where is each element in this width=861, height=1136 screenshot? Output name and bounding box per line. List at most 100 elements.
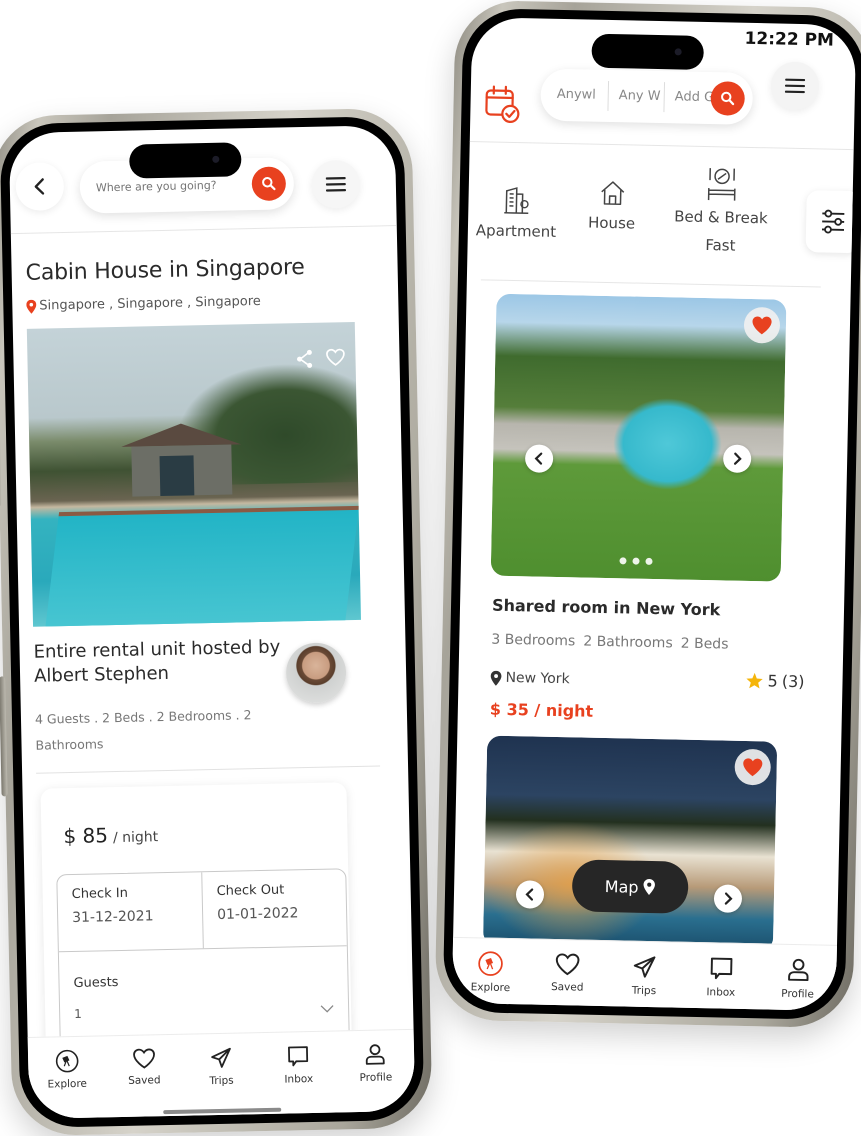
bezel: 12:22 PM Anywl Any W Add G Apartment Hou… [442,7,861,1021]
check-out-value: 01-01-2022 [216,905,299,923]
section-divider [36,765,381,774]
location-text: New York [505,669,570,688]
search-icon [262,177,276,191]
search-icon [721,91,735,106]
filter-button[interactable] [805,190,857,254]
check-out-label: Check Out [216,882,285,899]
listing-photo[interactable] [26,321,361,627]
carousel-dot[interactable] [645,557,653,565]
nav-trips[interactable]: Trips [612,953,677,997]
carousel-next-button[interactable] [713,884,743,913]
chevron-down-icon [320,1005,334,1013]
screen: 12:22 PM Anywl Any W Add G Apartment Hou… [451,17,857,1011]
listing-photo[interactable] [482,735,778,952]
back-button[interactable] [15,162,65,212]
nav-label: Trips [209,1074,234,1088]
spec-beds: 2 Beds [680,635,729,653]
heart-outline-icon[interactable] [325,348,345,366]
nav-explore[interactable]: Explore [458,950,523,994]
guests-value: 1 [74,1006,82,1021]
host-line: Entire rental unit hosted by Albert Step… [33,636,281,687]
heart-filled-icon [743,758,763,777]
category-bed-breakfast[interactable]: Bed & Break Fast [673,165,768,255]
photo-cabin [120,422,242,497]
star-icon [746,672,763,689]
carousel-prev-button[interactable] [524,444,554,473]
photo-pool [44,505,360,627]
bed-breakfast-icon [707,168,736,201]
chat-bubble-icon [710,957,733,980]
listing-title: Cabin House in Singapore [25,254,305,286]
share-icon[interactable] [295,349,313,369]
hamburger-menu-icon [784,78,806,94]
location-text: Singapore , Singapore , Singapore [39,293,262,314]
header-divider [469,141,854,151]
listing-specs: 3 Bedrooms 2 Bathrooms 2 Beds [491,632,728,653]
search-when[interactable]: Any W [608,80,666,113]
carousel-prev-button[interactable] [515,880,545,909]
nav-profile[interactable]: Profile [765,956,830,1000]
search-input[interactable] [95,177,246,194]
category-apartment[interactable]: Apartment [476,185,557,241]
nav-inbox[interactable]: Inbox [266,1044,331,1086]
dynamic-island [591,33,705,70]
nav-label: Explore [47,1077,88,1091]
nav-inbox[interactable]: Inbox [689,955,754,999]
spec-bathrooms: 2 Bathrooms [583,633,673,652]
category-house[interactable]: House [588,180,636,233]
search-guests[interactable]: Add G [664,82,717,113]
screen: Cabin House in Singapore Singapore , Sin… [8,125,416,1119]
paper-plane-icon [211,1047,231,1068]
hamburger-menu-icon [325,177,347,192]
nav-explore[interactable]: Explore [35,1048,100,1091]
location-pin-icon [26,299,37,314]
rating-value: 5 [767,671,779,691]
booking-card: $ 85 / night Check In 31-12-2021 Check O… [40,782,352,1065]
nav-label: Saved [128,1074,161,1087]
guests-label: Guests [73,975,119,991]
review-count: (3) [781,671,805,692]
bezel: Cabin House in Singapore Singapore , Sin… [0,115,425,1129]
user-icon [787,958,809,982]
check-in-value: 31-12-2021 [72,908,154,926]
host-avatar[interactable] [285,642,347,704]
category-label: Apartment [475,221,557,241]
menu-button[interactable] [311,159,361,209]
location-pin-icon [643,878,656,895]
search-bar[interactable]: Anywl Any W Add G [540,68,754,125]
search-button[interactable] [251,166,287,202]
listing-title[interactable]: Shared room in New York [492,596,721,620]
check-in-field[interactable]: Check In 31-12-2021 [57,872,204,952]
search-where[interactable]: Anywl [546,79,610,111]
favorite-button[interactable] [743,306,781,344]
house-icon [600,181,624,205]
favorite-button[interactable] [734,748,772,786]
phone-right-explore: 12:22 PM Anywl Any W Add G Apartment Hou… [434,0,861,1029]
map-button[interactable]: Map [571,859,689,914]
carousel-next-button[interactable] [722,444,752,474]
volume-button [0,676,8,797]
phone-left-listing-detail: Cabin House in Singapore Singapore , Sin… [0,107,433,1136]
dynamic-island [128,142,242,179]
apartment-building-icon [504,187,529,215]
nav-saved[interactable]: Saved [535,952,600,994]
nightly-price: $ 85 [63,823,109,849]
listing-photo[interactable] [490,293,787,582]
nav-saved[interactable]: Saved [112,1047,177,1087]
spec-bedrooms: 3 Bedrooms [491,631,576,650]
photo-actions [295,348,345,369]
nav-trips[interactable]: Trips [189,1045,254,1087]
calendar-check-icon[interactable] [484,83,521,124]
menu-button[interactable] [770,61,820,111]
chevron-right-icon [733,452,742,465]
chevron-left-icon [534,452,543,465]
location-pin-icon [490,670,502,686]
search-button[interactable] [710,81,746,116]
carousel-dot[interactable] [619,557,627,565]
carousel-dots [619,557,653,565]
carousel-dot[interactable] [632,557,640,565]
chevron-right-icon [724,892,733,905]
nav-profile[interactable]: Profile [343,1042,408,1084]
category-label: Bed & Break [674,207,768,228]
check-out-field[interactable]: Check Out 01-01-2022 [202,869,349,948]
